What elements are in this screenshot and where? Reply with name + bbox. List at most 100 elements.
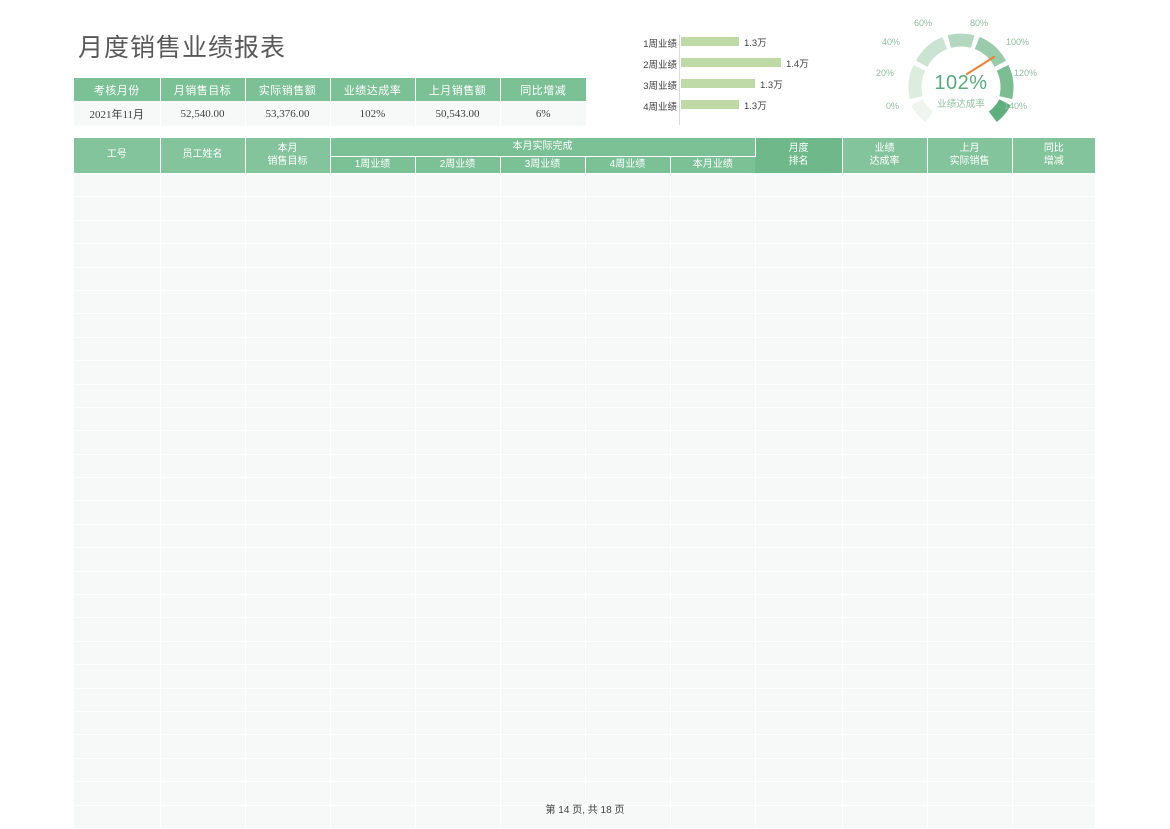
bar-label-week4: 4周业绩 bbox=[643, 102, 677, 113]
table-cell bbox=[585, 617, 671, 642]
table-cell bbox=[927, 407, 1013, 432]
table-cell bbox=[160, 617, 246, 642]
table-cell bbox=[670, 477, 756, 502]
table-cell bbox=[1012, 290, 1096, 315]
table-cell bbox=[1012, 220, 1096, 245]
table-cell bbox=[500, 313, 586, 338]
table-row bbox=[74, 688, 1096, 712]
table-row: 2021年11月 52,540.00 53,376.00 102% 50,543… bbox=[74, 101, 586, 127]
table-row bbox=[74, 360, 1096, 385]
table-cell bbox=[160, 688, 246, 712]
table-cell bbox=[74, 220, 161, 245]
table-row bbox=[74, 267, 1096, 291]
table-cell bbox=[160, 664, 246, 689]
table-cell bbox=[927, 617, 1013, 642]
summary-col-rate: 业绩达成率 bbox=[330, 78, 416, 101]
table-cell bbox=[74, 641, 161, 666]
table-cell bbox=[1012, 477, 1096, 502]
table-cell bbox=[74, 313, 161, 338]
table-cell bbox=[1012, 196, 1096, 221]
table-cell bbox=[160, 430, 246, 455]
table-cell bbox=[585, 454, 671, 479]
table-cell bbox=[245, 617, 331, 642]
table-cell bbox=[330, 267, 416, 291]
table-cell bbox=[330, 571, 416, 596]
table-cell bbox=[842, 290, 928, 315]
table-cell bbox=[842, 617, 928, 642]
table-cell bbox=[842, 454, 928, 479]
table-cell bbox=[74, 524, 161, 549]
table-cell bbox=[670, 711, 756, 736]
table-cell bbox=[245, 360, 331, 385]
table-cell bbox=[245, 524, 331, 549]
table-cell bbox=[842, 407, 928, 432]
table-cell bbox=[330, 220, 416, 245]
th-employee-name: 员工姓名 bbox=[160, 138, 246, 174]
table-cell bbox=[74, 477, 161, 502]
th-rate-line1: 业绩 bbox=[874, 143, 895, 154]
table-cell bbox=[670, 173, 756, 198]
summary-cell-target: 52,540.00 bbox=[160, 101, 246, 127]
table-cell bbox=[160, 477, 246, 502]
bar-label-week2: 2周业绩 bbox=[643, 60, 677, 71]
table-cell bbox=[415, 407, 501, 432]
table-cell bbox=[500, 430, 586, 455]
table-cell bbox=[670, 267, 756, 291]
table-cell bbox=[927, 384, 1013, 408]
table-cell bbox=[330, 617, 416, 642]
table-cell bbox=[1012, 430, 1096, 455]
table-cell bbox=[927, 711, 1013, 736]
table-cell bbox=[842, 360, 928, 385]
table-cell bbox=[585, 384, 671, 408]
table-cell bbox=[755, 267, 843, 291]
table-cell bbox=[927, 313, 1013, 338]
table-row bbox=[74, 734, 1096, 759]
table-row bbox=[74, 617, 1096, 642]
table-cell bbox=[585, 688, 671, 712]
table-cell bbox=[927, 758, 1013, 783]
table-cell bbox=[500, 711, 586, 736]
table-cell bbox=[1012, 384, 1096, 408]
table-cell bbox=[160, 360, 246, 385]
table-cell bbox=[74, 173, 161, 198]
summary-cell-rate: 102% bbox=[330, 101, 416, 127]
table-cell bbox=[1012, 617, 1096, 642]
table-cell bbox=[245, 477, 331, 502]
table-cell bbox=[585, 267, 671, 291]
table-cell bbox=[74, 384, 161, 408]
th-week3: 3周业绩 bbox=[500, 156, 586, 174]
table-cell bbox=[415, 430, 501, 455]
page-title: 月度销售业绩报表 bbox=[78, 35, 287, 62]
table-cell bbox=[927, 571, 1013, 596]
table-cell bbox=[1012, 688, 1096, 712]
table-cell bbox=[670, 407, 756, 432]
table-cell bbox=[74, 500, 161, 525]
table-cell bbox=[330, 290, 416, 315]
table-cell bbox=[500, 360, 586, 385]
table-cell bbox=[1012, 337, 1096, 362]
table-row bbox=[74, 384, 1096, 408]
table-cell bbox=[670, 290, 756, 315]
table-cell bbox=[330, 313, 416, 338]
th-month-total: 本月业绩 bbox=[670, 156, 756, 174]
table-cell bbox=[670, 524, 756, 549]
table-cell bbox=[74, 547, 161, 572]
table-cell bbox=[585, 337, 671, 362]
table-cell bbox=[330, 688, 416, 712]
table-cell bbox=[415, 594, 501, 619]
table-cell bbox=[842, 594, 928, 619]
table-cell bbox=[330, 477, 416, 502]
table-cell bbox=[1012, 547, 1096, 572]
table-cell bbox=[755, 711, 843, 736]
table-row bbox=[74, 220, 1096, 245]
th-rate-line2: 达成率 bbox=[869, 155, 900, 167]
table-cell bbox=[160, 220, 246, 245]
table-cell bbox=[245, 430, 331, 455]
th-last-month-line2: 实际销售 bbox=[949, 155, 990, 167]
table-row bbox=[74, 290, 1096, 315]
table-cell bbox=[755, 220, 843, 245]
table-cell bbox=[927, 500, 1013, 525]
table-cell bbox=[755, 196, 843, 221]
table-cell bbox=[755, 688, 843, 712]
bar-value-week3: 1.3万 bbox=[760, 80, 783, 91]
